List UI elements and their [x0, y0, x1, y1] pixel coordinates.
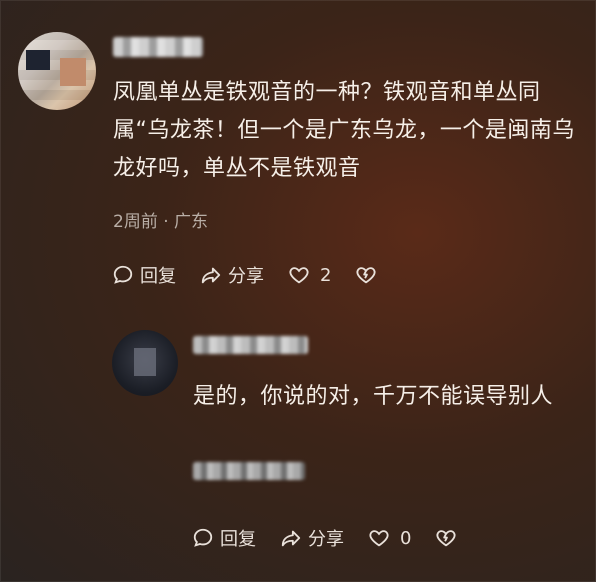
share-button[interactable]: 分享 — [200, 262, 264, 288]
username-redacted[interactable] — [113, 37, 203, 57]
like-count: 0 — [400, 527, 412, 549]
reply-label: 回复 — [140, 266, 176, 287]
reply-share-button[interactable]: 分享 — [280, 525, 344, 551]
reply-actions: 回复 分享 0 — [192, 525, 487, 551]
comment-actions: 回复 分享 2 — [112, 262, 407, 288]
reply-text: 是的，你说的对，千万不能误导别人 — [193, 384, 554, 409]
broken-heart-icon — [356, 267, 376, 284]
share-arrow-icon — [201, 267, 221, 284]
reply-dislike-button[interactable] — [435, 527, 463, 549]
comment-text: 凤凰单丛是铁观音的一种？铁观音和单丛同属“乌龙茶！但一个是广东乌龙，一个是闽南乌… — [113, 80, 575, 181]
share-label: 分享 — [228, 266, 264, 287]
reply-username-redacted[interactable] — [193, 336, 308, 354]
like-count: 2 — [320, 264, 332, 286]
share-arrow-icon — [281, 530, 301, 547]
comment-bubble-icon — [193, 528, 213, 547]
reply-avatar[interactable] — [112, 330, 178, 396]
reply-meta-redacted — [193, 462, 305, 480]
heart-icon — [369, 530, 389, 547]
heart-icon — [289, 267, 309, 284]
reply-button[interactable]: 回复 — [112, 262, 176, 288]
reply-reply-button[interactable]: 回复 — [192, 525, 256, 551]
dislike-button[interactable] — [355, 264, 383, 286]
comment-bubble-icon — [113, 265, 133, 284]
comment-meta: 2周前 · 广东 — [113, 212, 209, 232]
share-label: 分享 — [308, 529, 344, 550]
avatar[interactable] — [18, 32, 96, 110]
like-button[interactable]: 2 — [288, 264, 331, 286]
reply-label: 回复 — [220, 529, 256, 550]
broken-heart-icon — [436, 530, 456, 547]
reply-like-button[interactable]: 0 — [368, 527, 411, 549]
